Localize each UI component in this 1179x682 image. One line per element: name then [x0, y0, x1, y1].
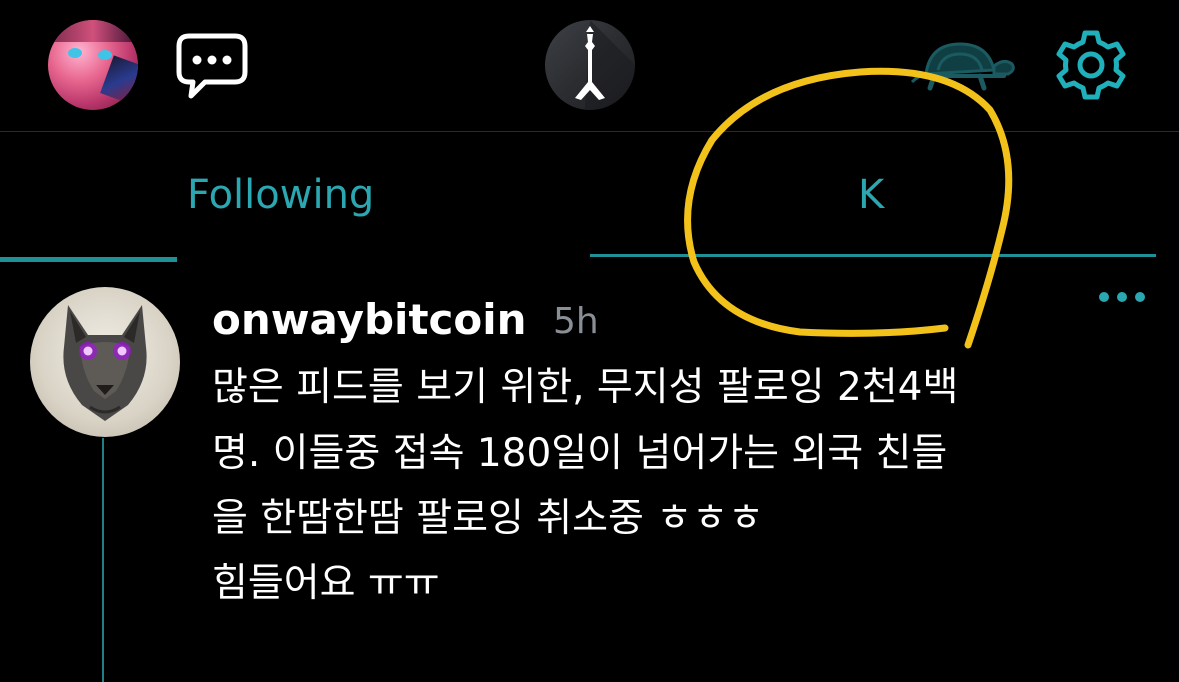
speech-bubble-icon — [176, 33, 248, 99]
post-timestamp: 5h — [553, 301, 599, 342]
tab-following[interactable]: Following — [187, 165, 374, 225]
wolf-avatar-image — [63, 305, 147, 421]
more-dots-icon — [1099, 292, 1145, 302]
user-avatar[interactable] — [48, 20, 138, 110]
settings-button[interactable] — [1054, 28, 1128, 102]
turtle-icon — [910, 42, 1015, 91]
post-more-button[interactable] — [1094, 285, 1150, 309]
tab-following-indicator — [0, 257, 177, 262]
post-text-line: 을 한땀한땀 팔로잉 취소중 ㅎㅎㅎ — [212, 496, 764, 541]
post-text-line: 명. 이들중 접속 180일이 넘어가는 외국 친들 — [212, 431, 948, 476]
gear-icon — [1056, 30, 1126, 100]
tab-k[interactable]: K — [858, 165, 884, 225]
messages-button[interactable] — [175, 32, 249, 100]
post-text-line: 힘들어요 ㅠㅠ — [212, 561, 440, 606]
logo-icon — [575, 20, 635, 110]
tab-k-indicator — [590, 254, 1156, 257]
app-logo[interactable] — [545, 20, 635, 110]
avatar-hair — [48, 20, 138, 42]
header-divider — [0, 131, 1179, 132]
avatar-detail — [100, 55, 138, 105]
avatar-eye — [98, 50, 112, 60]
avatar-eye — [68, 48, 82, 58]
turtle-button[interactable] — [908, 36, 1020, 96]
post-author-name[interactable]: onwaybitcoin — [212, 292, 527, 348]
thread-line — [102, 438, 104, 682]
post-author-avatar[interactable] — [30, 287, 180, 437]
post-text-line: 많은 피드를 보기 위한, 무지성 팔로잉 2천4백 — [212, 365, 959, 410]
